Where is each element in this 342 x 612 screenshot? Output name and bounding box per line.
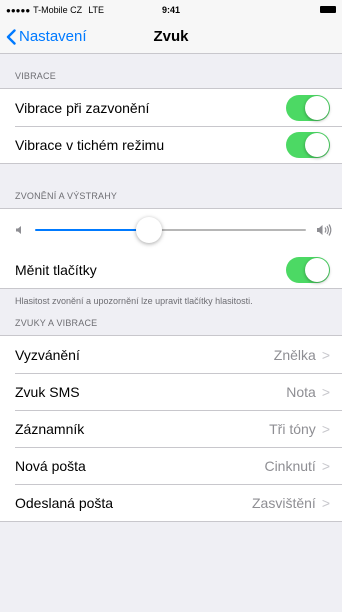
sent-mail-row[interactable]: Odeslaná pošta Zasvištění > bbox=[0, 484, 342, 521]
toggle-knob bbox=[305, 257, 329, 282]
new-mail-value: Cinknutí bbox=[264, 457, 316, 474]
slider-min-track bbox=[35, 229, 149, 231]
vibrate-on-silent-row: Vibrace v tichém režimu bbox=[0, 126, 342, 163]
voicemail-label: Záznamník bbox=[15, 420, 85, 437]
chevron-right-icon: > bbox=[321, 420, 330, 437]
navigation-bar: Nastavení Zvuk bbox=[0, 20, 342, 54]
chevron-right-icon: > bbox=[321, 494, 330, 511]
toggle-knob bbox=[305, 132, 329, 157]
slider-max-track bbox=[148, 229, 306, 231]
sent-mail-value: Zasvištění bbox=[252, 494, 316, 511]
slider-thumb[interactable] bbox=[135, 217, 162, 243]
ringtone-label: Vyzvánění bbox=[15, 346, 80, 363]
voicemail-row[interactable]: Záznamník Tři tóny > bbox=[0, 410, 342, 447]
volume-low-icon bbox=[16, 226, 21, 234]
vibrate-on-ring-label: Vibrace při zazvonění bbox=[15, 99, 150, 116]
change-with-buttons-row: Měnit tlačítky bbox=[0, 251, 342, 288]
section-header-sounds: ZVUKY A VIBRACE bbox=[15, 318, 98, 328]
ringtone-value: Znělka bbox=[273, 346, 316, 363]
battery-icon bbox=[320, 6, 336, 13]
vibrate-on-ring-row: Vibrace při zazvonění bbox=[0, 89, 342, 126]
chevron-right-icon: > bbox=[321, 457, 330, 474]
chevron-right-icon: > bbox=[321, 346, 330, 363]
change-with-buttons-toggle[interactable] bbox=[286, 256, 330, 283]
ringer-group: Měnit tlačítky bbox=[0, 208, 342, 289]
vibrate-on-ring-toggle[interactable] bbox=[286, 94, 330, 121]
vibrate-on-silent-toggle[interactable] bbox=[286, 131, 330, 158]
section-header-vibrace: VIBRACE bbox=[15, 71, 56, 81]
new-mail-label: Nová pošta bbox=[15, 457, 86, 474]
toggle-knob bbox=[305, 95, 329, 120]
back-button[interactable]: Nastavení bbox=[0, 28, 87, 45]
sms-sound-value: Nota bbox=[286, 383, 316, 400]
ringer-footer-note: Hlasitost zvonění a upozornění lze uprav… bbox=[15, 296, 253, 306]
vibrace-group: Vibrace při zazvonění Vibrace v tichém r… bbox=[0, 88, 342, 164]
back-button-label: Nastavení bbox=[19, 28, 87, 45]
chevron-right-icon: > bbox=[321, 383, 330, 400]
new-mail-row[interactable]: Nová pošta Cinknutí > bbox=[0, 447, 342, 484]
voicemail-value: Tři tóny bbox=[269, 420, 316, 437]
status-time: 9:41 bbox=[161, 5, 180, 15]
chevron-left-icon bbox=[6, 28, 16, 45]
vibrate-on-silent-label: Vibrace v tichém režimu bbox=[15, 136, 165, 153]
ringer-volume-row bbox=[0, 209, 342, 251]
change-with-buttons-label: Měnit tlačítky bbox=[15, 261, 97, 278]
status-bar: ●●●●● T-Mobile CZ LTE 9:41 bbox=[0, 0, 342, 20]
section-header-ringer: ZVONĚNÍ A VÝSTRAHY bbox=[15, 191, 118, 201]
volume-high-icon bbox=[317, 224, 332, 236]
sounds-group: Vyzvánění Znělka > Zvuk SMS Nota > Zázna… bbox=[0, 335, 342, 522]
sms-sound-label: Zvuk SMS bbox=[15, 383, 80, 400]
ringtone-row[interactable]: Vyzvánění Znělka > bbox=[0, 336, 342, 373]
ringer-volume-slider[interactable] bbox=[35, 216, 306, 244]
sent-mail-label: Odeslaná pošta bbox=[15, 494, 114, 511]
sms-sound-row[interactable]: Zvuk SMS Nota > bbox=[0, 373, 342, 410]
